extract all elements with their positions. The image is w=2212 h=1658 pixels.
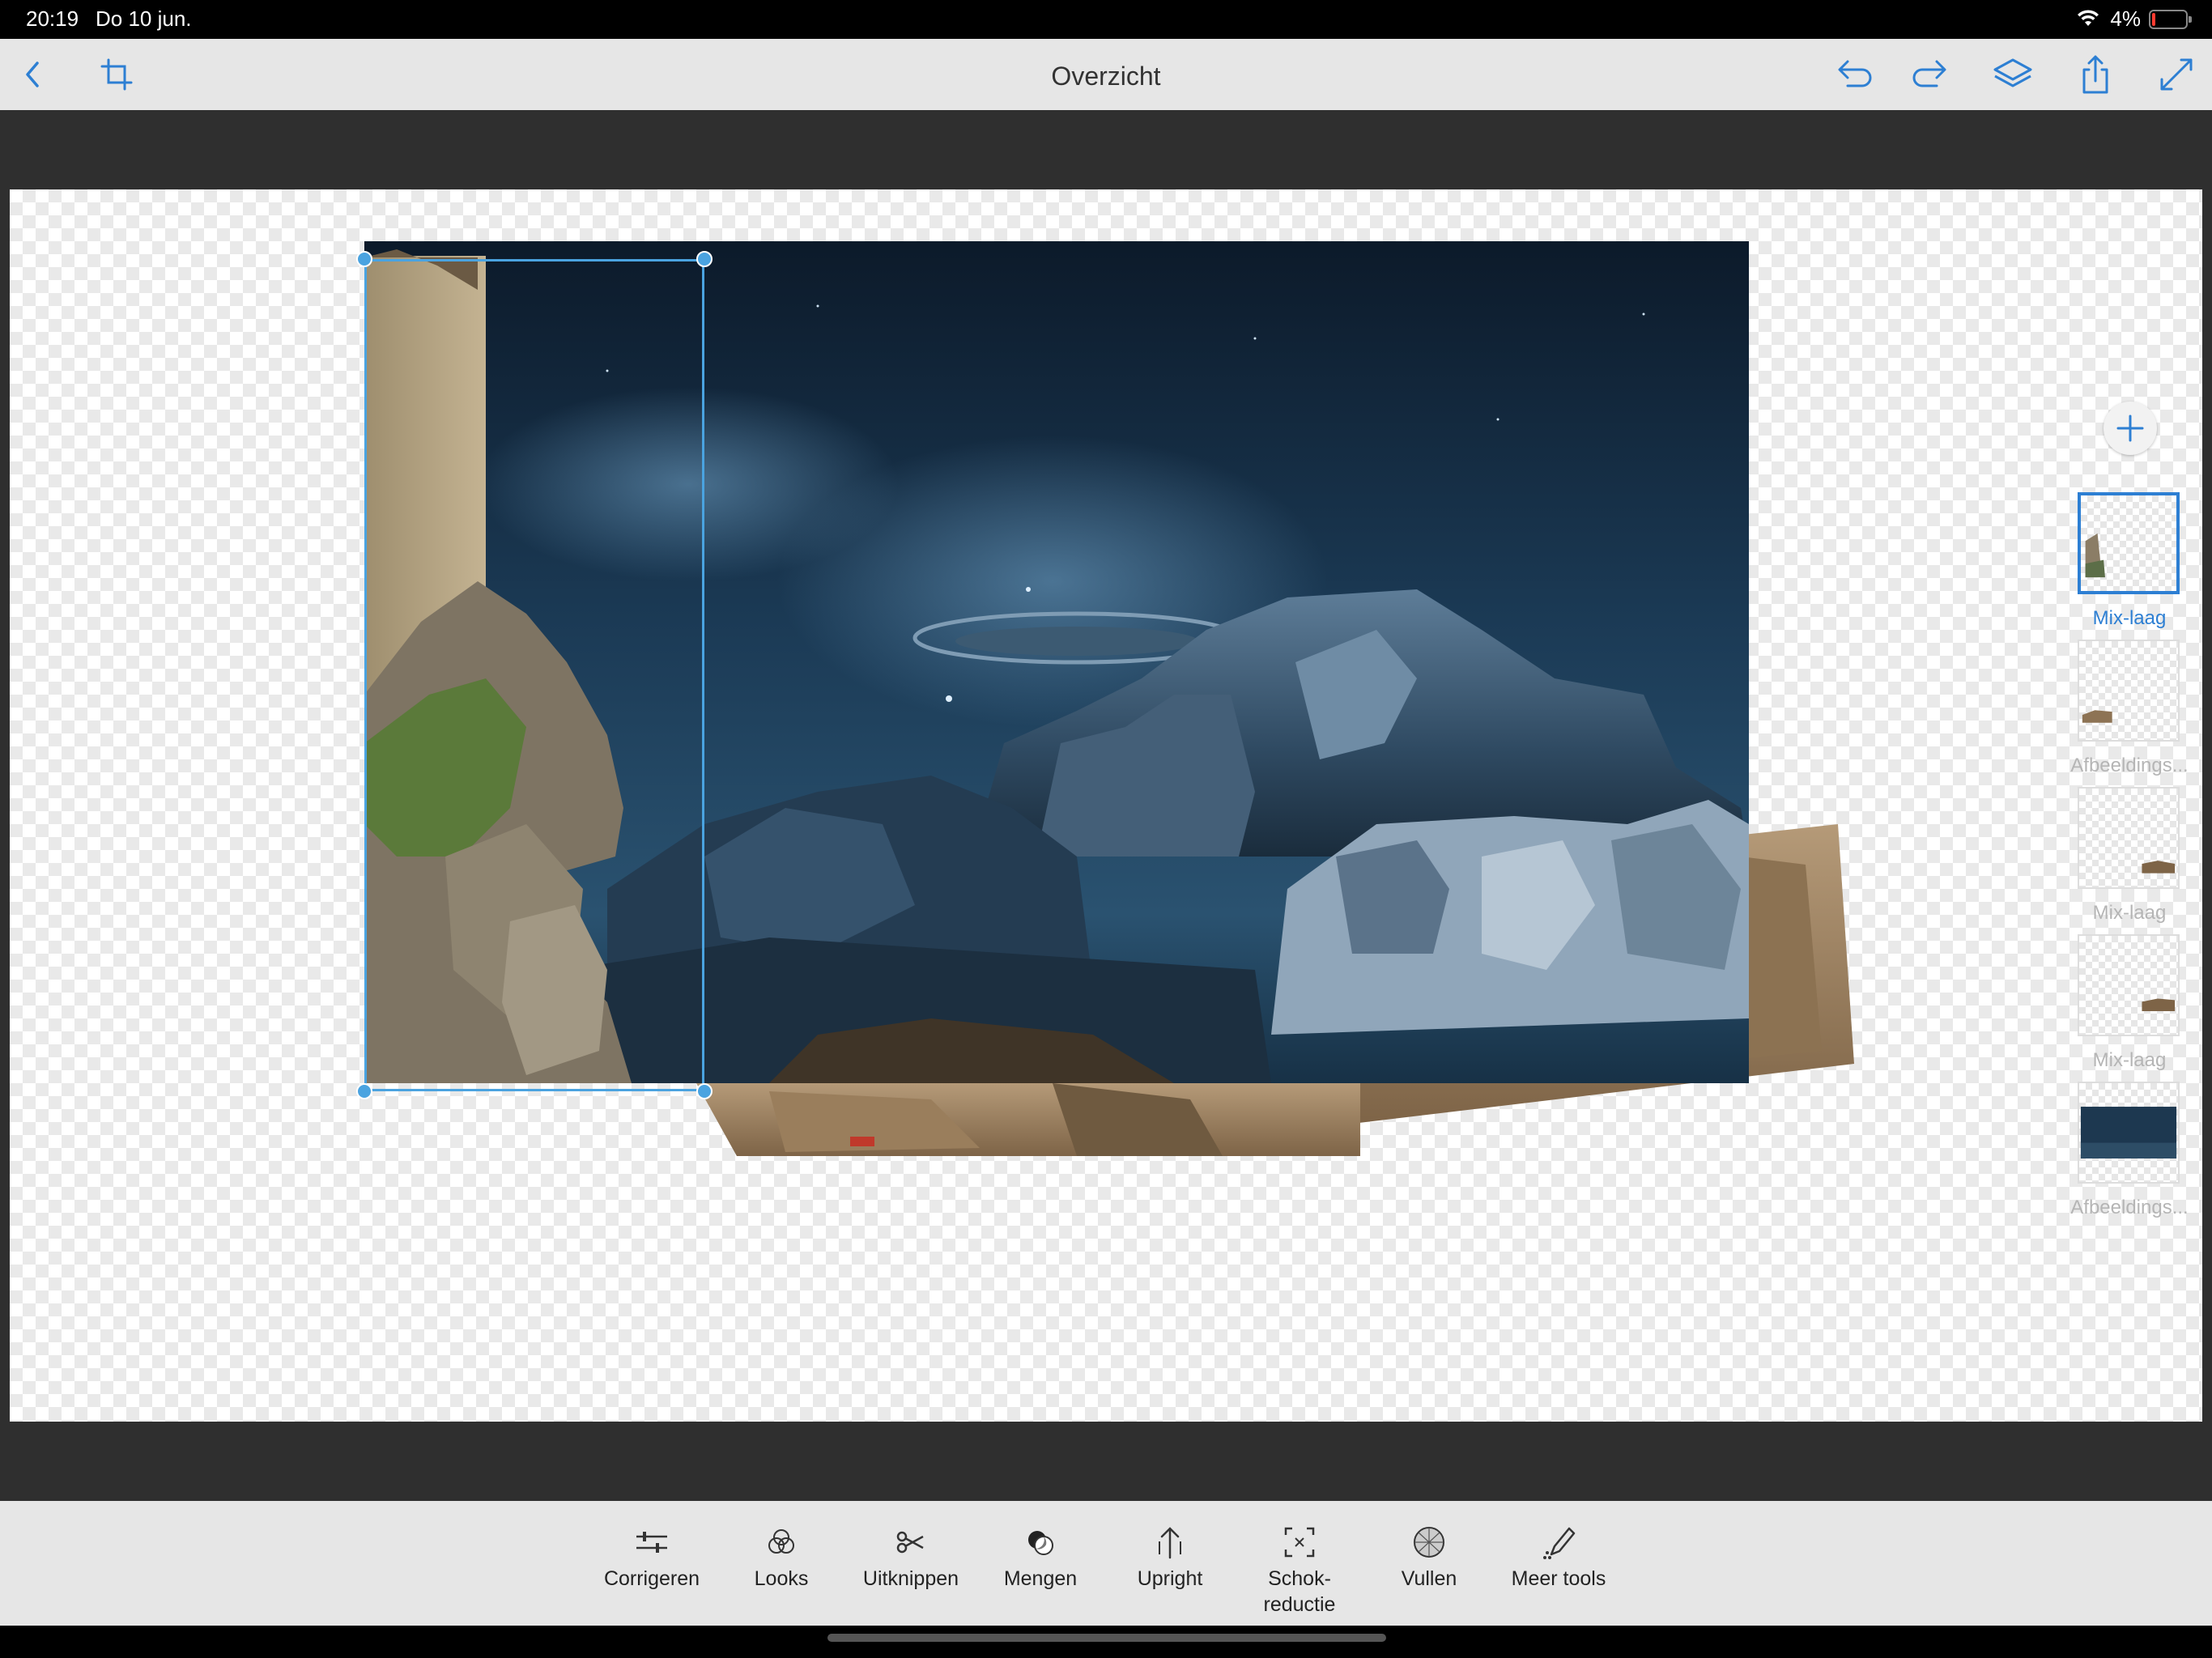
- layer-label: Afbeeldings...: [2070, 755, 2189, 776]
- shake-reduction-icon: [1279, 1522, 1320, 1562]
- tool-mengen[interactable]: Mengen: [980, 1522, 1101, 1592]
- add-layer-button[interactable]: [2104, 402, 2157, 455]
- battery-percentage: 4%: [2110, 6, 2141, 31]
- tool-vullen[interactable]: Vullen: [1368, 1522, 1490, 1592]
- tool-label: Uitknippen: [862, 1567, 959, 1590]
- status-date: Do 10 jun.: [96, 6, 192, 31]
- battery-icon: [2149, 10, 2192, 29]
- tool-corrigeren[interactable]: Corrigeren: [591, 1522, 713, 1592]
- fill-icon: [1409, 1522, 1449, 1562]
- home-indicator[interactable]: [827, 1634, 1386, 1642]
- layers-icon[interactable]: [1989, 50, 2037, 99]
- redo-icon[interactable]: [1908, 50, 1956, 99]
- pencil-icon: [1538, 1522, 1579, 1562]
- tool-label: Mengen: [1003, 1567, 1078, 1590]
- tool-uitknippen[interactable]: Uitknippen: [850, 1522, 972, 1592]
- selection-handle-bottom-left[interactable]: [356, 1083, 372, 1099]
- page-title: Overzicht: [1051, 62, 1161, 91]
- tool-label: Meer tools: [1511, 1567, 1606, 1590]
- selection-handle-top-right[interactable]: [696, 251, 713, 267]
- selection-handle-top-left[interactable]: [356, 251, 372, 267]
- undo-icon[interactable]: [1828, 50, 1877, 99]
- circles-icon: [761, 1522, 802, 1562]
- tool-label-line2: reductie: [1263, 1593, 1336, 1616]
- top-toolbar: Overzicht: [0, 39, 2212, 110]
- status-time: 20:19: [26, 6, 79, 31]
- share-icon[interactable]: [2071, 50, 2120, 99]
- document-canvas[interactable]: [10, 189, 2202, 1422]
- plus-icon: [2116, 414, 2144, 442]
- scissors-icon: [891, 1522, 931, 1562]
- sliders-icon: [632, 1522, 672, 1562]
- tool-label: Upright: [1137, 1567, 1203, 1590]
- layer-thumbnail[interactable]: [2078, 934, 2180, 1036]
- tool-schokreductie[interactable]: Schok- reductie: [1239, 1522, 1360, 1618]
- layer-thumbnail[interactable]: [2078, 787, 2180, 889]
- blend-icon: [1020, 1522, 1061, 1562]
- selection-box[interactable]: [364, 259, 704, 1091]
- tool-looks[interactable]: Looks: [721, 1522, 842, 1592]
- tool-label: Vullen: [1401, 1567, 1457, 1590]
- layer-label: Mix-laag: [2092, 902, 2167, 924]
- bottom-toolbar: Corrigeren Looks Uitknippen Mengen Uprig…: [0, 1501, 2212, 1626]
- home-area: [0, 1626, 2212, 1658]
- layer-thumbnail[interactable]: [2078, 492, 2180, 594]
- tool-label: Schok-: [1268, 1567, 1331, 1590]
- status-bar: 20:19 Do 10 jun. 4%: [0, 0, 2212, 39]
- fullscreen-icon[interactable]: [2152, 50, 2201, 99]
- tool-label: Looks: [754, 1567, 809, 1590]
- workspace: [0, 110, 2212, 1501]
- layer-label: Mix-laag: [2092, 607, 2167, 629]
- layer-thumbnail[interactable]: [2078, 640, 2180, 742]
- upright-arrow-icon: [1150, 1522, 1190, 1562]
- tool-label: Corrigeren: [603, 1567, 700, 1590]
- wifi-icon: [2076, 8, 2100, 28]
- layer-thumbnail[interactable]: [2078, 1082, 2180, 1184]
- selection-handle-bottom-right[interactable]: [696, 1083, 713, 1099]
- layer-label: Afbeeldings...: [2070, 1197, 2189, 1218]
- tool-meer-tools[interactable]: Meer tools: [1498, 1522, 1619, 1592]
- layer-label: Mix-laag: [2092, 1049, 2167, 1071]
- tool-upright[interactable]: Upright: [1109, 1522, 1231, 1592]
